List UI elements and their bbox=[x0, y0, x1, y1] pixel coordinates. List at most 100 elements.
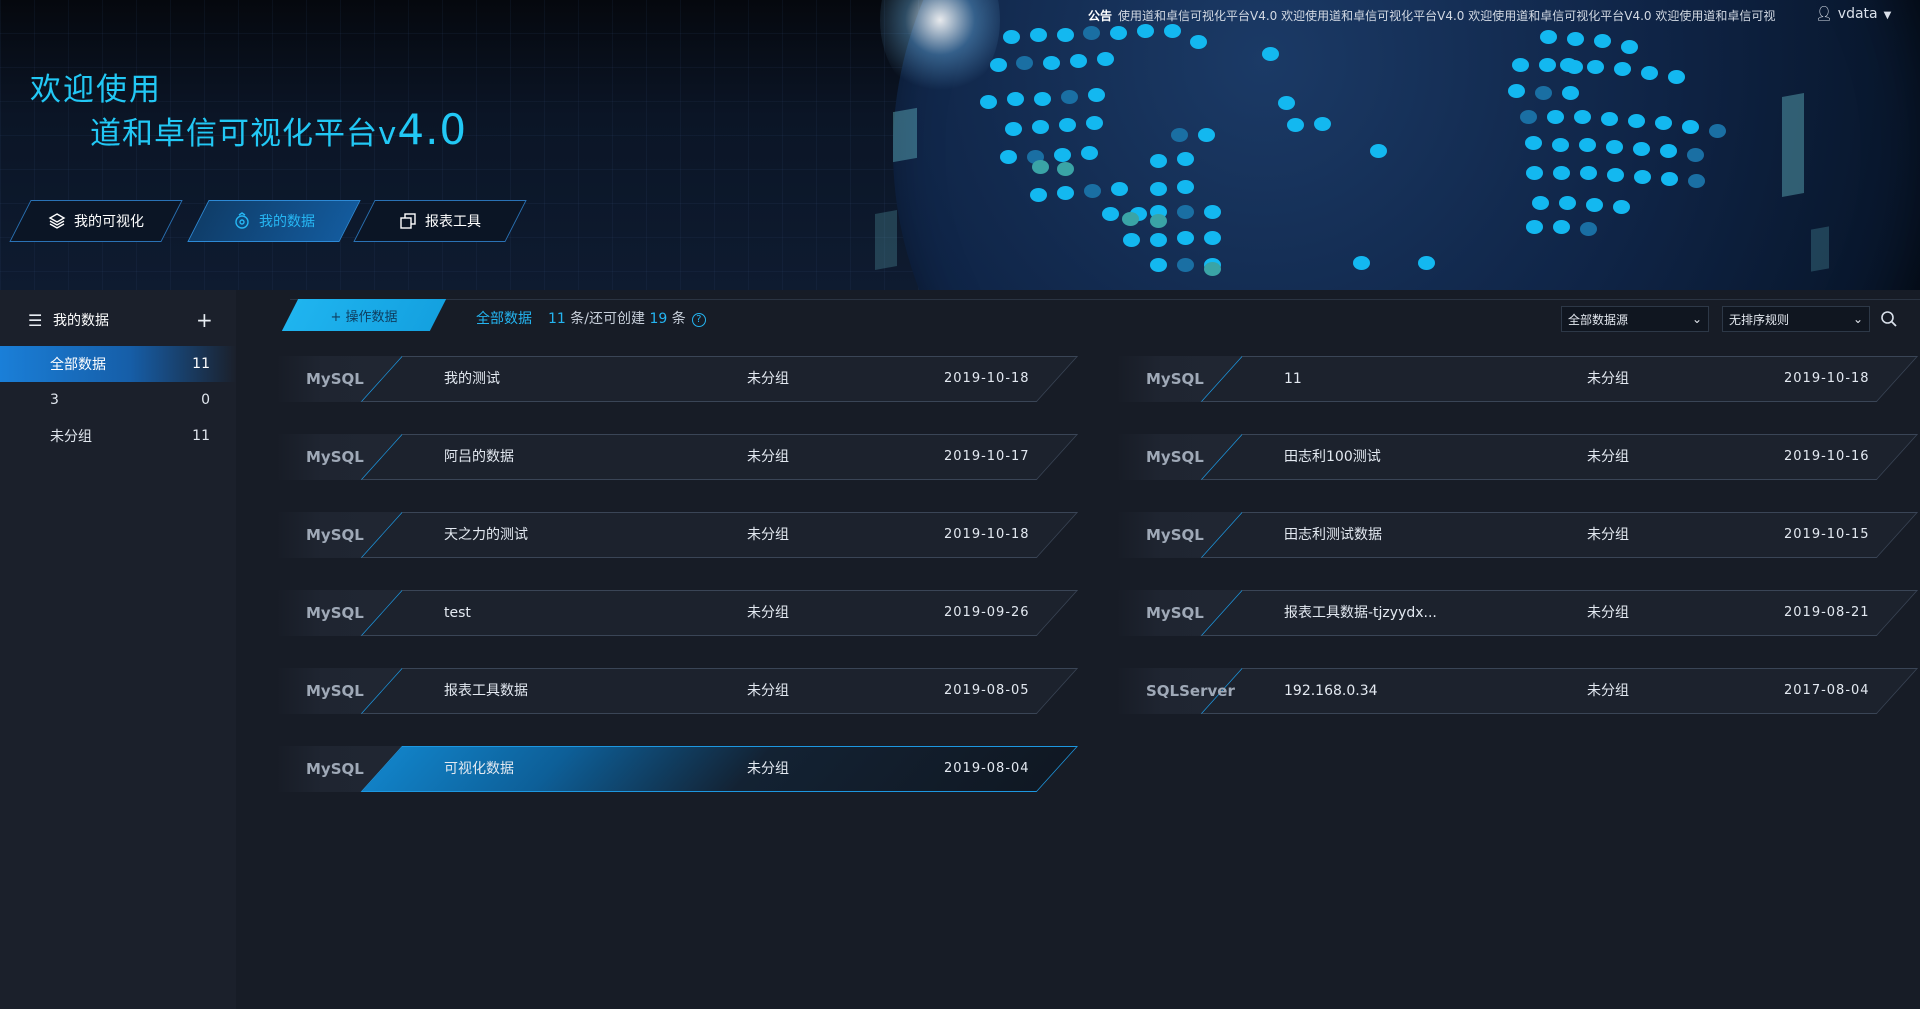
card-date: 2017-08-04 bbox=[1784, 683, 1870, 698]
globe-dot bbox=[1688, 174, 1705, 188]
card-name: 我的测试 bbox=[444, 371, 500, 387]
data-card[interactable]: MySQL 田志利测试数据 未分组 2019-10-15 bbox=[1116, 512, 1920, 558]
globe-dot bbox=[1177, 231, 1194, 245]
data-card[interactable]: MySQL 报表工具数据 未分组 2019-08-05 bbox=[276, 668, 1086, 714]
sidebar-item-3[interactable]: 3 0 bbox=[0, 382, 236, 418]
data-card[interactable]: MySQL 11 未分组 2019-10-18 bbox=[1116, 356, 1920, 402]
data-card[interactable]: MySQL 田志利100测试 未分组 2019-10-16 bbox=[1116, 434, 1920, 480]
chevron-down-icon: ⌄ bbox=[1691, 312, 1702, 326]
nav-my-visualization[interactable]: 我的可视化 bbox=[9, 200, 183, 242]
globe-dot bbox=[1110, 26, 1127, 40]
card-group: 未分组 bbox=[747, 761, 789, 777]
data-card[interactable]: SQLServer 192.168.0.34 未分组 2017-08-04 bbox=[1116, 668, 1920, 714]
card-date: 2019-10-16 bbox=[1784, 449, 1870, 464]
globe-dot bbox=[1532, 196, 1549, 210]
card-db-type: MySQL bbox=[1146, 370, 1204, 388]
card-name: 阿吕的数据 bbox=[444, 449, 514, 465]
sidebar-item-ungrouped[interactable]: 未分组 11 bbox=[0, 418, 236, 454]
globe-dot bbox=[1682, 120, 1699, 134]
globe-dot bbox=[1526, 220, 1543, 234]
card-db-type: MySQL bbox=[1146, 526, 1204, 544]
card-group: 未分组 bbox=[1587, 371, 1629, 387]
globe-dot bbox=[1177, 258, 1194, 272]
globe-dot bbox=[1547, 110, 1564, 124]
data-card[interactable]: MySQL test 未分组 2019-09-26 bbox=[276, 590, 1086, 636]
globe-dot bbox=[1061, 90, 1078, 104]
globe-dot bbox=[1032, 120, 1049, 134]
all-data-link[interactable]: 全部数据 bbox=[476, 311, 532, 327]
globe-dot bbox=[1580, 222, 1597, 236]
sidebar-item-all[interactable]: 全部数据 11 bbox=[0, 346, 236, 382]
globe-dot bbox=[1043, 56, 1060, 70]
globe-dot bbox=[1034, 92, 1051, 106]
data-card[interactable]: MySQL 阿吕的数据 未分组 2019-10-17 bbox=[276, 434, 1086, 480]
glass-panel bbox=[1811, 226, 1829, 272]
globe-dot bbox=[1526, 166, 1543, 180]
remaining-count: 19 bbox=[649, 311, 668, 327]
globe-dot bbox=[1204, 205, 1221, 219]
globe-dot bbox=[1081, 146, 1098, 160]
globe-dot bbox=[1122, 212, 1139, 226]
layers-icon bbox=[48, 213, 66, 229]
data-card[interactable]: MySQL 报表工具数据-tjzyydx... 未分组 2019-08-21 bbox=[1116, 590, 1920, 636]
card-name: 报表工具数据-tjzyydx... bbox=[1284, 605, 1437, 621]
card-db-type: SQLServer bbox=[1146, 682, 1235, 700]
notice-label: 公告 bbox=[1088, 9, 1113, 23]
search-icon[interactable] bbox=[1880, 310, 1898, 328]
globe-dot bbox=[1535, 86, 1552, 100]
copy-icon bbox=[400, 213, 416, 229]
globe-dot bbox=[1601, 112, 1618, 126]
card-group: 未分组 bbox=[1587, 449, 1629, 465]
globe-dot bbox=[1084, 184, 1101, 198]
globe-dot bbox=[1634, 170, 1651, 184]
sidebar-item-count: 11 bbox=[192, 356, 210, 372]
operate-data-button[interactable]: + 操作数据 bbox=[281, 299, 447, 331]
globe-dot bbox=[1177, 152, 1194, 166]
globe-dot bbox=[1661, 172, 1678, 186]
globe-dot bbox=[1567, 32, 1584, 46]
globe-dot bbox=[1171, 128, 1188, 142]
globe-dot bbox=[1057, 28, 1074, 42]
toolbar-divider bbox=[290, 299, 1920, 300]
card-name: 192.168.0.34 bbox=[1284, 683, 1378, 699]
card-db-type: MySQL bbox=[1146, 448, 1204, 466]
username: vdata bbox=[1837, 6, 1878, 22]
sidebar-item-label: 未分组 bbox=[50, 429, 92, 445]
globe-dot bbox=[1621, 40, 1638, 54]
nav-report-tool[interactable]: 报表工具 bbox=[353, 200, 527, 242]
datasource-select[interactable]: 全部数据源 ⌄ bbox=[1561, 306, 1709, 332]
card-group: 未分组 bbox=[1587, 605, 1629, 621]
sort-select[interactable]: 无排序规则 ⌄ bbox=[1722, 306, 1870, 332]
globe-dot bbox=[1003, 30, 1020, 44]
globe-dot bbox=[1520, 110, 1537, 124]
platform-title-text: 道和卓信可视化平台v bbox=[90, 116, 398, 152]
card-group: 未分组 bbox=[1587, 527, 1629, 543]
globe-dot bbox=[1560, 58, 1577, 72]
help-icon[interactable]: ? bbox=[691, 313, 706, 327]
data-count: 11 bbox=[548, 311, 566, 327]
add-group-button[interactable]: + bbox=[196, 308, 213, 332]
nav-label: 我的数据 bbox=[259, 214, 315, 230]
globe-dot bbox=[1553, 220, 1570, 234]
data-card[interactable]: MySQL 我的测试 未分组 2019-10-18 bbox=[276, 356, 1086, 402]
globe-dot bbox=[1057, 162, 1074, 176]
database-icon bbox=[235, 212, 249, 229]
data-card[interactable]: MySQL 天之力的测试 未分组 2019-10-18 bbox=[276, 512, 1086, 558]
globe-dot bbox=[1587, 60, 1604, 74]
card-date: 2019-09-26 bbox=[944, 605, 1030, 620]
globe-dot bbox=[1150, 214, 1167, 228]
globe-dot bbox=[1177, 205, 1194, 219]
data-card[interactable]: MySQL 可视化数据 未分组 2019-08-04 bbox=[276, 746, 1086, 792]
globe-dot bbox=[1198, 128, 1215, 142]
globe-dot bbox=[1088, 88, 1105, 102]
globe-dot bbox=[1204, 262, 1221, 276]
card-name: 11 bbox=[1284, 371, 1302, 387]
card-name: 田志利100测试 bbox=[1284, 449, 1381, 465]
card-db-type: MySQL bbox=[306, 370, 364, 388]
user-menu[interactable]: 👤︎ vdata ▼ bbox=[1815, 6, 1891, 22]
globe-illustration bbox=[893, 0, 1920, 290]
globe-dot bbox=[1614, 62, 1631, 76]
notice-marquee[interactable]: 公告 使用道和卓信可视化平台V4.0 欢迎使用道和卓信可视化平台V4.0 欢迎使用… bbox=[1088, 7, 1788, 24]
nav-my-data[interactable]: 我的数据 bbox=[187, 200, 361, 242]
chevron-down-icon: ▼ bbox=[1883, 10, 1892, 21]
